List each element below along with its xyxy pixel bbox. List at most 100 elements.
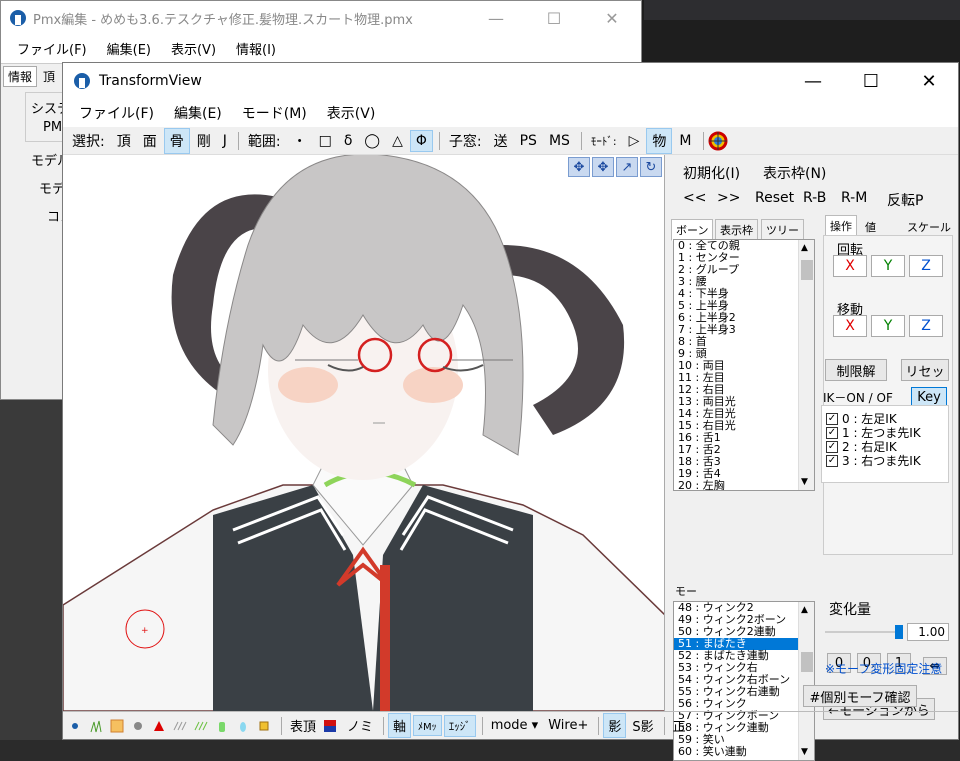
dot-icon[interactable] bbox=[67, 718, 83, 734]
tab-info[interactable]: 情報 bbox=[3, 66, 38, 87]
mode-m[interactable]: M bbox=[674, 131, 696, 151]
move-axis-icon[interactable]: ↗ bbox=[616, 157, 638, 177]
status-mmd[interactable]: ﾒMｯ bbox=[413, 715, 442, 736]
morph-label: モー bbox=[675, 585, 697, 598]
morph-list-item[interactable]: 60 : 笑い連動 bbox=[674, 746, 814, 758]
menu-view[interactable]: 表示(V) bbox=[171, 39, 216, 58]
move-z-button[interactable]: Z bbox=[909, 315, 943, 337]
bone-list-item[interactable]: 20 : 左胸 bbox=[674, 480, 814, 491]
menu-edit[interactable]: 編集(E) bbox=[174, 103, 222, 123]
range-phi[interactable]: Φ bbox=[409, 129, 433, 152]
rotate-y-button[interactable]: Y bbox=[871, 255, 905, 277]
init-button[interactable]: 初期化(I) bbox=[683, 163, 740, 183]
tab-bone[interactable]: ボーン bbox=[671, 219, 714, 241]
status-ortho[interactable]: 正 bbox=[669, 714, 690, 737]
rotate-icon[interactable]: ↻ bbox=[640, 157, 662, 177]
menu-view[interactable]: 表示(V) bbox=[327, 103, 376, 123]
ik-checkbox[interactable]: ✓ bbox=[826, 454, 838, 467]
range-label: 範囲: bbox=[247, 133, 281, 150]
select-vertex[interactable]: 頂 bbox=[112, 129, 136, 153]
bone-list-scrollbar[interactable]: ▲ ▼ bbox=[798, 240, 814, 490]
individual-morph-button[interactable]: #個別モーフ確認 bbox=[803, 685, 917, 707]
key-button[interactable]: Key bbox=[911, 387, 947, 407]
move-xz-icon[interactable]: ✥ bbox=[592, 157, 614, 177]
next-button[interactable]: >> bbox=[717, 190, 740, 206]
status-axis[interactable]: 軸 bbox=[388, 713, 412, 738]
green-lines-icon[interactable] bbox=[193, 718, 209, 734]
mode-play[interactable]: ▷ bbox=[624, 131, 645, 151]
select-rigid[interactable]: 剛 bbox=[192, 129, 216, 153]
flip-pose-button[interactable]: 反転P bbox=[887, 190, 923, 210]
tab-operation[interactable]: 操作 bbox=[825, 215, 857, 237]
range-delta[interactable]: δ bbox=[339, 131, 358, 151]
move-xy-icon[interactable]: ✥ bbox=[568, 157, 590, 177]
grass-icon[interactable] bbox=[88, 718, 104, 734]
tab-value[interactable]: 値 bbox=[861, 217, 880, 237]
3d-viewport[interactable]: + ✥ ✥ ↗ ↻ bbox=[63, 155, 665, 711]
status-wire[interactable]: Wire+ bbox=[544, 716, 592, 735]
tab-scale[interactable]: スケール bbox=[903, 217, 955, 237]
status-nomi[interactable]: ノミ bbox=[343, 714, 377, 737]
cube-icon[interactable] bbox=[256, 718, 272, 734]
range-triangle[interactable]: △ bbox=[387, 131, 408, 151]
bone-list[interactable]: 0 : 全ての親 1 : センター 2 : グループ 3 : 腰4 : 下半身 5 : … bbox=[673, 239, 815, 491]
mode-physics[interactable]: 物 bbox=[646, 127, 673, 154]
rotate-z-button[interactable]: Z bbox=[909, 255, 943, 277]
close-icon[interactable]: ✕ bbox=[900, 63, 958, 99]
menu-info[interactable]: 情報(I) bbox=[236, 39, 276, 58]
circle-icon[interactable] bbox=[130, 718, 146, 734]
child-send[interactable]: 送 bbox=[489, 129, 513, 153]
limit-release-button[interactable]: 制限解 bbox=[825, 359, 887, 381]
bottle-icon[interactable] bbox=[214, 718, 230, 734]
close-icon[interactable]: ✕ bbox=[583, 1, 641, 35]
child-ps[interactable]: PS bbox=[515, 131, 542, 151]
range-point[interactable]: ・ bbox=[288, 129, 312, 153]
maximize-icon[interactable]: ☐ bbox=[525, 1, 583, 35]
change-slider-track[interactable] bbox=[825, 631, 899, 633]
background-window-strip bbox=[644, 0, 960, 20]
pmx-menu-bar: ファイル(F) 編集(E) 表示(V) 情報(I) bbox=[1, 35, 641, 61]
tab-tree[interactable]: ツリー bbox=[761, 219, 804, 241]
status-mode-dropdown[interactable]: mode ▾ bbox=[487, 716, 543, 735]
material-color-icon[interactable] bbox=[322, 718, 338, 734]
select-bone[interactable]: 骨 bbox=[163, 127, 190, 154]
range-circle[interactable]: ◯ bbox=[359, 131, 385, 151]
move-x-button[interactable]: X bbox=[833, 315, 867, 337]
color-wheel-icon[interactable] bbox=[708, 131, 728, 151]
change-slider-thumb[interactable] bbox=[895, 625, 903, 639]
tab-vertex[interactable]: 頂 bbox=[43, 68, 55, 85]
rotate-x-button[interactable]: X bbox=[833, 255, 867, 277]
ik-checkbox[interactable]: ✓ bbox=[826, 440, 838, 453]
select-face[interactable]: 面 bbox=[138, 129, 162, 153]
menu-file[interactable]: ファイル(F) bbox=[79, 103, 154, 123]
texture-icon[interactable] bbox=[109, 718, 125, 734]
status-shadow[interactable]: 影 bbox=[603, 713, 627, 738]
triangle-icon[interactable] bbox=[151, 718, 167, 734]
prev-button[interactable]: << bbox=[683, 190, 706, 206]
select-joint[interactable]: J bbox=[218, 131, 232, 151]
maximize-icon[interactable]: ☐ bbox=[842, 63, 900, 99]
move-y-button[interactable]: Y bbox=[871, 315, 905, 337]
drop-icon[interactable] bbox=[235, 718, 251, 734]
rb-button[interactable]: R-B bbox=[803, 190, 826, 206]
menu-mode[interactable]: モード(M) bbox=[242, 103, 307, 123]
status-self-shadow[interactable]: S影 bbox=[628, 714, 657, 737]
status-vertex-label[interactable]: 表頂 bbox=[286, 714, 320, 737]
range-rect[interactable]: □ bbox=[314, 131, 337, 151]
divider bbox=[237, 131, 239, 150]
reset-ik-button[interactable]: リセッ bbox=[901, 359, 949, 381]
menu-edit[interactable]: 編集(E) bbox=[107, 39, 151, 58]
tab-display-frame[interactable]: 表示枠 bbox=[715, 219, 758, 241]
lines-icon[interactable] bbox=[172, 718, 188, 734]
minimize-icon[interactable]: — bbox=[467, 1, 525, 35]
menu-file[interactable]: ファイル(F) bbox=[17, 39, 87, 58]
ik-checkbox[interactable]: ✓ bbox=[826, 426, 838, 439]
change-value-input[interactable]: 1.00 bbox=[907, 623, 949, 641]
reset-button[interactable]: Reset bbox=[755, 190, 794, 206]
child-ms[interactable]: MS bbox=[544, 131, 575, 151]
rm-button[interactable]: R-M bbox=[841, 190, 867, 206]
ik-checkbox[interactable]: ✓ bbox=[826, 412, 838, 425]
status-edge[interactable]: ｴｯｼﾞ bbox=[443, 714, 476, 737]
display-frame-button[interactable]: 表示枠(N) bbox=[763, 163, 826, 183]
minimize-icon[interactable]: — bbox=[784, 63, 842, 99]
